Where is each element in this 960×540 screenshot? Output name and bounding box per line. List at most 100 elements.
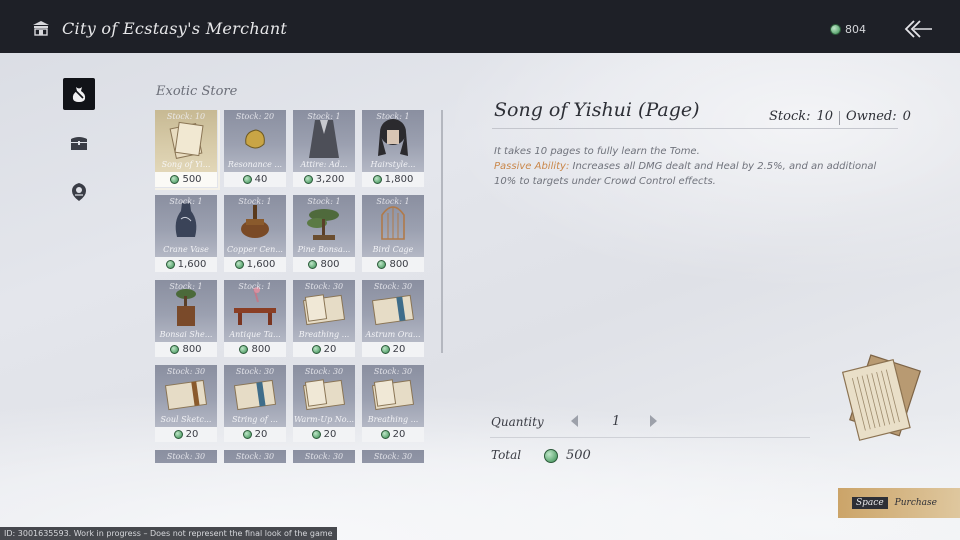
bag-icon: [72, 87, 86, 102]
sidebar-tab-exotic[interactable]: [63, 78, 95, 110]
jade-coin-icon: [311, 345, 321, 354]
store-item-slot[interactable]: Stock: 30 Soul Sketc... 20: [155, 365, 217, 442]
tome-page-illustration: [841, 354, 922, 441]
item-stock: Stock: 20: [235, 112, 275, 121]
item-name: Song of Yi...: [161, 160, 211, 169]
owned-value: 0: [902, 109, 911, 124]
item-price: 800: [293, 257, 355, 272]
item-name: Breathing ...: [367, 415, 419, 424]
item-price: 500: [155, 172, 217, 187]
item-name: Pine Bonsa...: [297, 245, 351, 254]
item-stock: Stock: 1: [238, 197, 272, 206]
item-price: 20: [293, 342, 355, 357]
store-item-slot[interactable]: Stock: 1 Bird Cage 800: [362, 195, 424, 272]
store-item-slot[interactable]: Stock: 20 Resonance ... 40: [224, 110, 286, 187]
item-price-value: 800: [389, 259, 409, 270]
item-stock: Stock: 30: [166, 367, 206, 376]
jade-coin-icon: [311, 430, 321, 439]
detail-divider: [492, 128, 898, 129]
chest-icon: [71, 137, 87, 150]
item-name: Soul Sketc...: [160, 415, 212, 424]
store-item-slot[interactable]: Stock: 1 Crane Vase 1,600: [155, 195, 217, 272]
jade-coin-icon: [234, 260, 244, 269]
item-stock: Stock: 30: [166, 452, 206, 461]
jade-coin-icon: [173, 430, 183, 439]
item-price-value: 40: [254, 174, 268, 185]
store-item-slot[interactable]: Stock: 30 String of ... 20: [224, 365, 286, 442]
item-name: Copper Cen...: [227, 245, 283, 254]
item-stock: Stock: 1: [307, 197, 341, 206]
item-price: 20: [362, 427, 424, 442]
total-value: 500: [566, 448, 591, 463]
item-stock: Stock: 30: [235, 367, 275, 376]
item-name: Crane Vase: [163, 245, 209, 254]
item-price: 20: [155, 427, 217, 442]
item-stock: Stock: 30: [235, 452, 275, 461]
jade-coin-icon: [377, 260, 387, 269]
item-name: Bonsai She...: [159, 330, 213, 339]
item-name: Attire: Ad...: [300, 160, 348, 169]
jade-coin-icon: [239, 345, 249, 354]
owned-label: Owned:: [846, 109, 897, 124]
item-price-value: 20: [392, 344, 406, 355]
item-name: Astrum Ora...: [365, 330, 421, 339]
item-grid-scrollbar[interactable]: [441, 110, 443, 353]
jade-coin-icon: [380, 345, 390, 354]
stock-value: 10: [816, 109, 834, 124]
total-label: Total: [491, 448, 522, 462]
purchase-button[interactable]: Space Purchase: [838, 488, 960, 518]
jade-coin-icon: [242, 175, 252, 184]
store-item-slot[interactable]: Stock: 30 Warm-Up No... 20: [293, 365, 355, 442]
item-name: Breathing ...: [298, 330, 350, 339]
sidebar-tab-location[interactable]: [63, 176, 95, 208]
item-grid-viewport: Stock: 10 Song of Yi... 500 Stock: 20 Resona…: [155, 110, 427, 463]
item-stock: Stock: 30: [373, 367, 413, 376]
item-price: 800: [362, 257, 424, 272]
item-price-value: 800: [320, 259, 340, 270]
store-item-slot[interactable]: Stock: 30: [293, 450, 355, 463]
description-line: It takes 10 pages to fully learn the Tom…: [494, 146, 700, 157]
item-price: 40: [224, 172, 286, 187]
background-snow: [0, 390, 960, 540]
item-stock: Stock: 1: [307, 112, 341, 121]
item-grid: Stock: 10 Song of Yi... 500 Stock: 20 Resona…: [155, 110, 427, 463]
store-item-slot[interactable]: Stock: 1 Pine Bonsa... 800: [293, 195, 355, 272]
item-price-value: 800: [182, 344, 202, 355]
item-stock: Stock: 30: [304, 452, 344, 461]
jade-coin-icon: [380, 430, 390, 439]
store-item-slot[interactable]: Stock: 30: [155, 450, 217, 463]
store-item-slot[interactable]: Stock: 1 Bonsai She... 800: [155, 280, 217, 357]
jade-coin-icon: [308, 260, 318, 269]
store-item-slot[interactable]: Stock: 30 Breathing ... 20: [293, 280, 355, 357]
item-price-value: 500: [182, 174, 202, 185]
store-item-slot[interactable]: Stock: 30 Astrum Ora... 20: [362, 280, 424, 357]
item-name: Warm-Up No...: [293, 415, 355, 424]
item-name: Resonance ...: [227, 160, 283, 169]
item-stock: Stock: 30: [373, 282, 413, 291]
quantity-increase-arrow-icon[interactable]: [650, 415, 657, 427]
item-price-value: 1,600: [246, 259, 276, 270]
stock-owned-info: Stock: 10 Owned: 0: [769, 109, 911, 125]
jade-coin-icon: [303, 175, 313, 184]
quantity-decrease-arrow-icon[interactable]: [571, 415, 578, 427]
store-item-slot[interactable]: Stock: 1 Attire: Ad... 3,200: [293, 110, 355, 187]
store-item-slot[interactable]: Stock: 1 Antique Ta... 800: [224, 280, 286, 357]
item-name: String of ...: [232, 415, 278, 424]
item-price: 3,200: [293, 172, 355, 187]
stock-label: Stock:: [769, 109, 811, 124]
store-item-slot[interactable]: Stock: 1 Copper Cen... 1,600: [224, 195, 286, 272]
store-item-slot[interactable]: Stock: 1 Hairstyle... 1,800: [362, 110, 424, 187]
quantity-divider: [490, 437, 810, 438]
item-stock: Stock: 30: [304, 282, 344, 291]
store-item-slot[interactable]: Stock: 30: [224, 450, 286, 463]
item-price: 800: [224, 342, 286, 357]
jade-coin-icon: [544, 449, 558, 463]
sidebar-tab-chest[interactable]: [63, 127, 95, 159]
store-item-slot[interactable]: Stock: 10 Song of Yi... 500: [155, 110, 220, 190]
store-item-slot[interactable]: Stock: 30 Breathing ... 20: [362, 365, 424, 442]
store-item-slot[interactable]: Stock: 30: [362, 450, 424, 463]
item-stock: Stock: 30: [304, 367, 344, 376]
jade-coin-icon: [165, 260, 175, 269]
back-arrow-icon[interactable]: [902, 18, 934, 40]
build-disclaimer: ID: 3001635593. Work in progress – Does …: [0, 527, 337, 540]
